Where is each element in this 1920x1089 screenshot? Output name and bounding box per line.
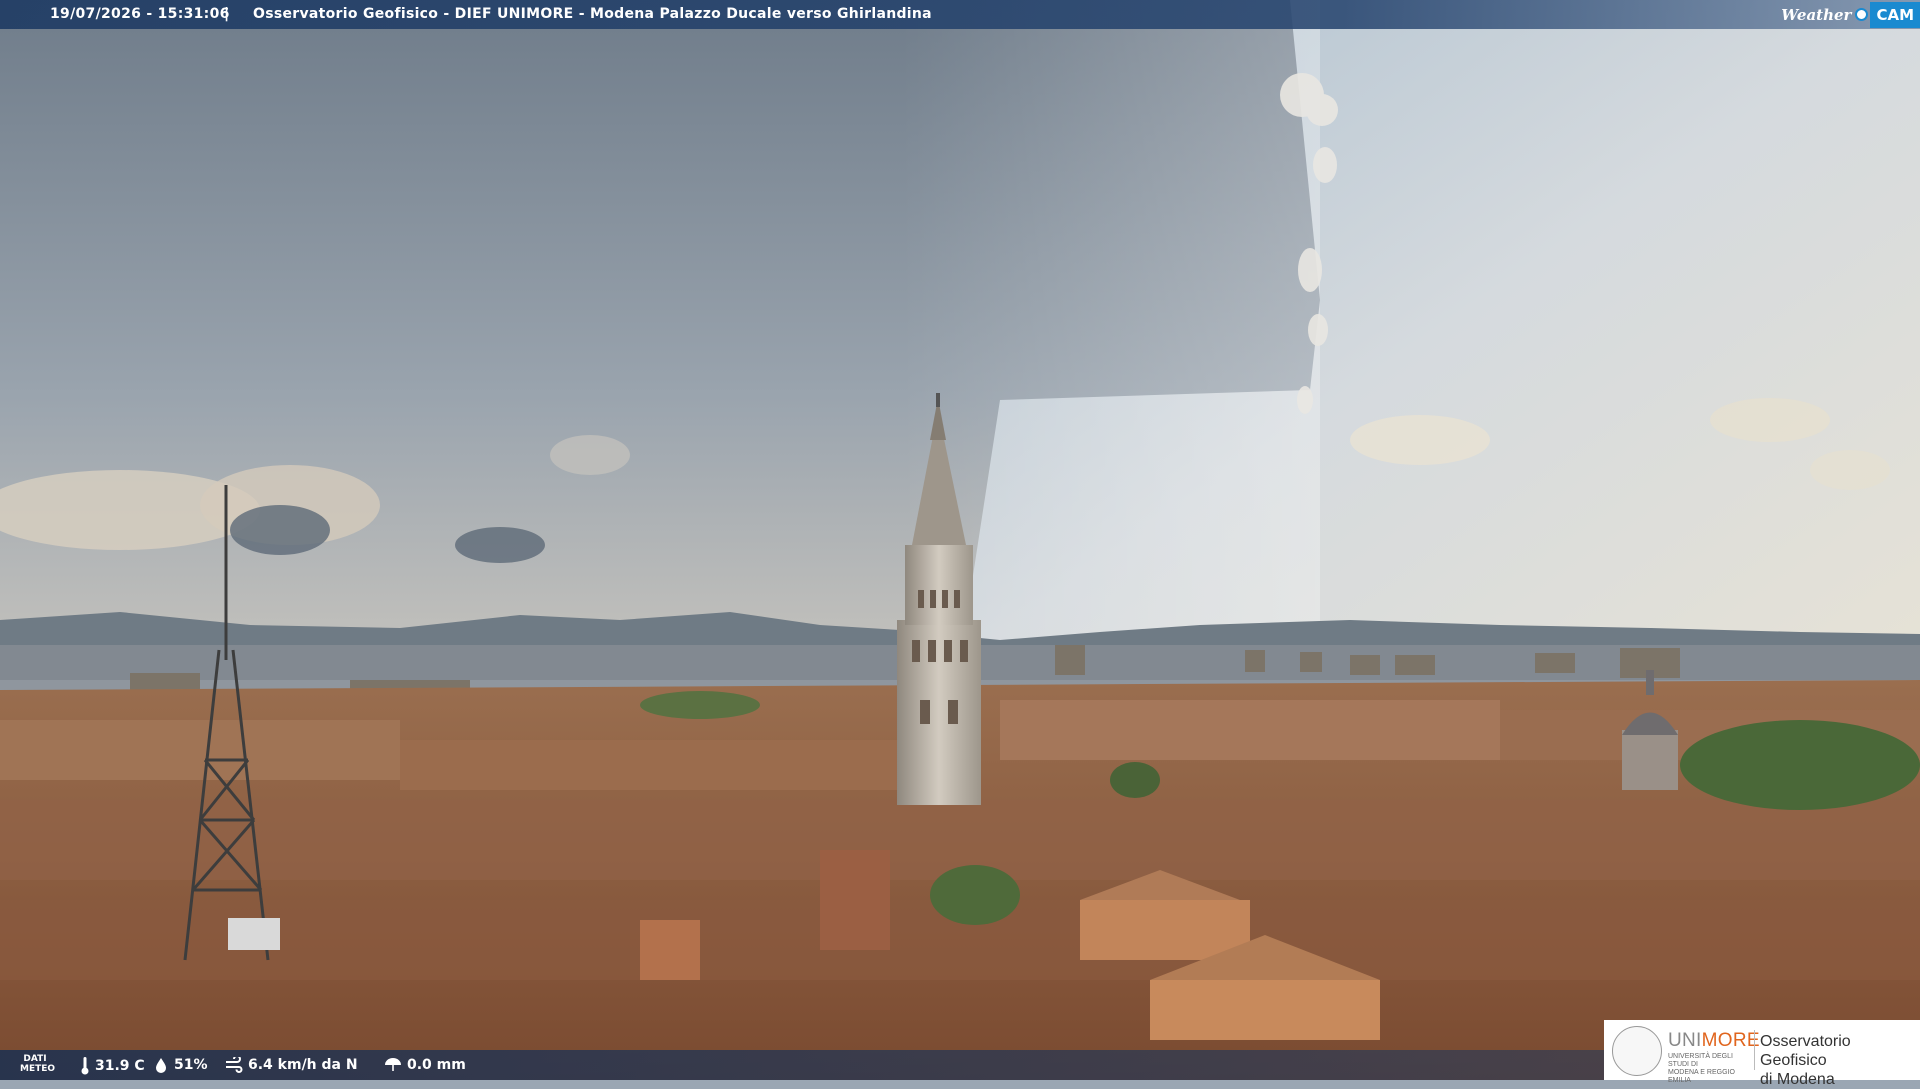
unimore-wordmark: UNIMORE [1668, 1030, 1760, 1051]
humidity-value: 51% [174, 1057, 208, 1073]
timestamp: 19/07/2026 - 15:31:06 [50, 6, 230, 22]
university-seal-icon [1612, 1026, 1662, 1076]
thermometer-icon [81, 1057, 89, 1075]
humidity-readout: 51% [153, 1057, 208, 1073]
brand-cam: CAM [1870, 1, 1920, 28]
meteo-label: DATI METEO [20, 1054, 56, 1074]
brand-dot-icon [1855, 8, 1869, 21]
weathercam-logo: Weather CAM [1775, 0, 1920, 29]
top-overlay-bar: 19/07/2026 - 15:31:06 | Osservatorio Geo… [0, 0, 1920, 29]
unimore-logo: UNIMORE UNIVERSITÀ DEGLI STUDI DI MODENA… [1604, 1020, 1920, 1088]
camera-caption: Osservatorio Geofisico - DIEF UNIMORE - … [253, 6, 932, 22]
rain-readout: 0.0 mm [384, 1057, 466, 1073]
observatory-name: Osservatorio Geofisico di Modena [1760, 1033, 1851, 1088]
caption-separator: | [224, 6, 230, 22]
university-fullname: UNIVERSITÀ DEGLI STUDI DI MODENA E REGGI… [1668, 1053, 1735, 1084]
antenna-equipment [228, 918, 280, 950]
humidity-drop-icon [156, 1058, 166, 1073]
rain-umbrella-icon [385, 1058, 401, 1071]
meteo-data-bar: DATI METEO 31.9 C 51% 6.4 km/h da N 0.0 … [0, 1050, 1604, 1080]
wind-value: 6.4 km/h da N [248, 1057, 358, 1073]
webcam-scene [0, 0, 1920, 1080]
wind-readout: 6.4 km/h da N [225, 1057, 358, 1073]
temperature-value: 31.9 C [95, 1058, 145, 1074]
wind-icon [226, 1057, 243, 1073]
logo-divider [1754, 1030, 1755, 1070]
temperature-readout: 31.9 C [80, 1057, 145, 1075]
brand-weather: Weather [1781, 5, 1852, 24]
rain-value: 0.0 mm [407, 1057, 466, 1073]
